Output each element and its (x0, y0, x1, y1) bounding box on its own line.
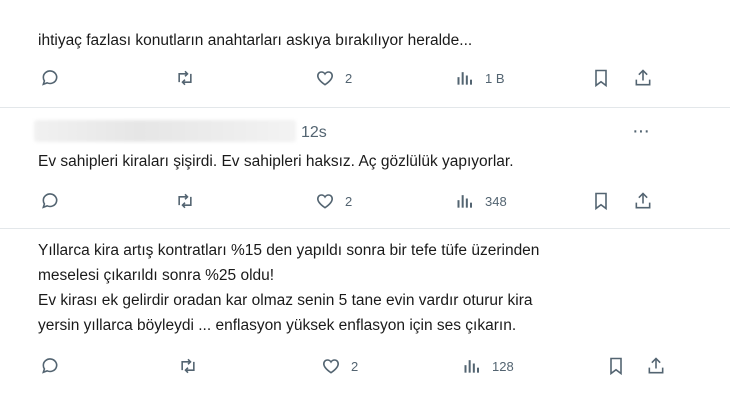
views-button[interactable]: 128 (462, 356, 514, 376)
bookmark-button[interactable] (591, 191, 611, 211)
like-count: 2 (351, 358, 359, 374)
like-button[interactable]: 2 (315, 191, 352, 211)
retweet-icon (181, 358, 195, 374)
bookmark-button[interactable] (591, 68, 611, 88)
view-count: 128 (492, 358, 514, 374)
tweet-text: Ev sahipleri kiraları şişirdi. Ev sahipl… (38, 153, 514, 170)
more-options-icon[interactable]: ··· (632, 120, 650, 143)
share-button[interactable] (633, 68, 653, 88)
heart-icon (317, 71, 333, 86)
heart-icon (323, 359, 339, 374)
views-button[interactable]: 1 B (455, 68, 505, 88)
blurred-username (34, 120, 296, 142)
view-count: 1 B (485, 70, 505, 86)
like-button[interactable]: 2 (315, 68, 352, 88)
analytics-icon (457, 195, 472, 208)
views-button[interactable]: 348 (455, 191, 507, 211)
tweet-text: ihtiyaç fazlası konutların anahtarları a… (38, 32, 473, 49)
share-button[interactable] (633, 191, 653, 211)
reply-icon (42, 358, 58, 374)
analytics-icon (464, 360, 479, 373)
share-icon (635, 192, 651, 209)
tweet-1[interactable]: ihtiyaç fazlası konutların anahtarları a… (0, 0, 730, 108)
bookmark-button[interactable] (606, 356, 626, 376)
retweet-button[interactable] (175, 191, 195, 211)
like-count: 2 (345, 193, 353, 209)
view-count: 348 (485, 193, 507, 209)
tweet-text-line: Ev kirası ek gelirdir oradan kar olmaz s… (38, 292, 533, 309)
tweet-2[interactable]: 12s ··· Ev sahipleri kiraları şişirdi. E… (0, 108, 730, 230)
tweet-timestamp[interactable]: 12s (301, 124, 327, 142)
share-icon (635, 69, 651, 86)
tweet-3[interactable]: Yıllarca kira artış kontratları %15 den … (0, 229, 730, 420)
reply-button[interactable] (40, 356, 60, 376)
reply-icon (42, 70, 58, 86)
like-button[interactable]: 2 (321, 356, 358, 376)
tweet-text-line: Yıllarca kira artış kontratları %15 den … (38, 242, 540, 259)
retweet-button[interactable] (175, 68, 195, 88)
share-icon (648, 357, 664, 374)
retweet-button[interactable] (178, 356, 198, 376)
reply-icon (42, 193, 58, 209)
like-count: 2 (345, 70, 353, 86)
reply-button[interactable] (40, 191, 60, 211)
share-button[interactable] (646, 356, 666, 376)
retweet-icon (178, 70, 192, 86)
analytics-icon (457, 72, 472, 85)
bookmark-icon (610, 357, 622, 376)
retweet-icon (178, 193, 192, 209)
reply-button[interactable] (40, 68, 60, 88)
heart-icon (317, 194, 333, 209)
bookmark-icon (595, 69, 607, 88)
bookmark-icon (595, 192, 607, 211)
tweet-text-line: yersin yıllarca böyleydi ... enflasyon y… (38, 317, 517, 334)
tweet-text-line: meselesi çıkarıldı sonra %25 oldu! (38, 267, 275, 284)
